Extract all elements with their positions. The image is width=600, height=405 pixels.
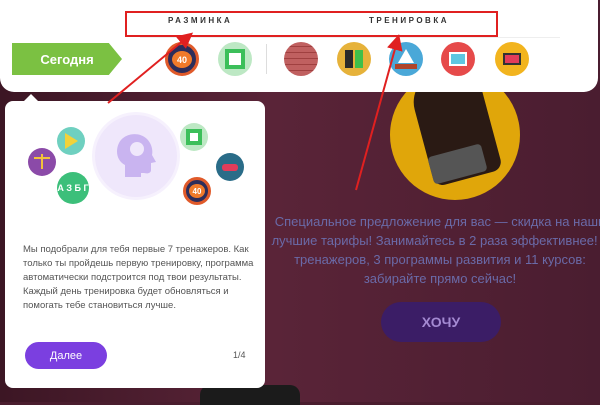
arrow-to-warmup: [107, 32, 194, 104]
annotation-arrows: [107, 32, 403, 191]
arrow-to-training: [355, 34, 403, 191]
